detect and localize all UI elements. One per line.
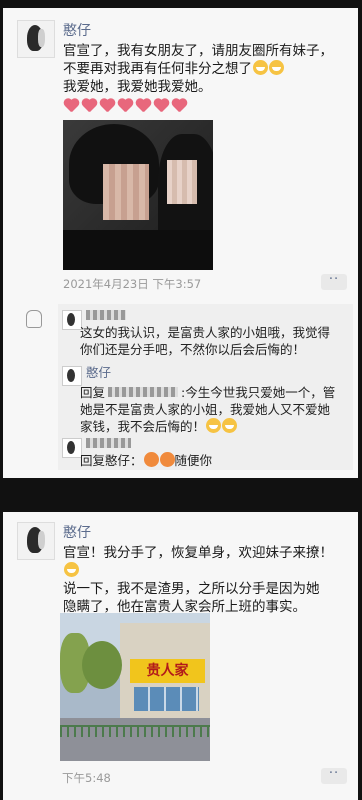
blurred-commenter-name	[86, 438, 131, 448]
more-options-button[interactable]: ··	[321, 767, 347, 784]
comment-icon	[26, 310, 42, 328]
shop-photo[interactable]: 贵人家	[60, 613, 210, 761]
red-heart-icon	[117, 99, 133, 113]
post-username[interactable]: 憨仔	[63, 522, 91, 542]
red-heart-icon	[81, 99, 97, 113]
red-heart-icon	[63, 99, 79, 113]
blurred-reply-target	[108, 387, 179, 397]
comment-line: 这女的我认识，是富贵人家的小姐哦，我觉得	[80, 325, 331, 340]
reply-line: 家钱，我不会后悔的！	[80, 419, 206, 434]
post-username[interactable]: 憨仔	[63, 20, 91, 40]
reply-line: :今生今世我只爱她一个，管	[181, 385, 336, 400]
more-options-button[interactable]: ··	[321, 273, 347, 290]
post-text-line: 说一下，我不是渣男，之所以分手是因为她	[63, 581, 320, 597]
angry-face-icon	[159, 452, 175, 467]
comment-section: 这女的我认识，是富贵人家的小姐哦，我觉得 你们还是分手吧，不然你以后会后悔的！ …	[26, 304, 353, 470]
reply-line: 她是不是富贵人家的小姐，我爱她人又不爱她	[80, 402, 331, 417]
post-timestamp: 下午5:48	[62, 771, 111, 785]
moments-post-1: 憨仔 官宣了，我有女朋友了，请朋友圈所有妹子， 不要再对我再有任何非分之想了 我…	[3, 8, 358, 478]
blurred-commenter-name	[86, 310, 126, 320]
shop-sign: 贵人家	[130, 659, 205, 683]
grinning-face-icon	[253, 60, 268, 75]
commenter-avatar[interactable]	[62, 366, 82, 386]
post-text-line: 官宣了，我有女朋友了，请朋友圈所有妹子，	[63, 43, 333, 59]
red-heart-icon	[135, 99, 151, 113]
reply-username[interactable]: 憨仔	[86, 364, 111, 381]
comment-prefix: 回复憨仔：	[80, 453, 143, 468]
commenter-avatar[interactable]	[62, 438, 82, 458]
grinning-face-icon	[222, 418, 238, 433]
post-text-line: 我爱她，我爱她我爱她。	[63, 79, 212, 95]
post-timestamp: 2021年4月23日 下午3:57	[63, 277, 202, 291]
reply-prefix: 回复	[80, 385, 106, 400]
red-heart-icon	[153, 99, 169, 113]
grinning-face-icon	[64, 562, 79, 577]
comment-text[interactable]: 回复憨仔： 随便你	[80, 452, 212, 469]
couple-photo[interactable]	[63, 120, 213, 270]
commenter-avatar[interactable]	[62, 310, 82, 330]
comment-line: 你们还是分手吧，不然你以后会后悔的！	[80, 342, 306, 357]
angry-face-icon	[143, 452, 159, 467]
user-avatar[interactable]	[17, 20, 55, 58]
user-avatar[interactable]	[17, 522, 55, 560]
reply-text[interactable]: 回复 :今生今世我只爱她一个，管 她是不是富贵人家的小姐，我爱她人又不爱她 家钱，…	[80, 384, 335, 435]
post-text-line: 不要再对我再有任何非分之想了	[63, 61, 252, 77]
red-heart-icon	[99, 99, 115, 113]
hearts-row	[63, 99, 187, 113]
grinning-face-icon	[269, 60, 284, 75]
comment-text[interactable]: 这女的我认识，是富贵人家的小姐哦，我觉得 你们还是分手吧，不然你以后会后悔的！	[80, 324, 330, 358]
post-text: 官宣了，我有女朋友了，请朋友圈所有妹子， 不要再对我再有任何非分之想了 我爱她，…	[63, 42, 333, 96]
comment-suffix: 随便你	[174, 453, 213, 468]
grinning-face-icon	[206, 418, 222, 433]
red-heart-icon	[171, 99, 187, 113]
post-text-line: 官宣！我分手了，恢复单身，欢迎妹子来撩！	[63, 545, 333, 561]
